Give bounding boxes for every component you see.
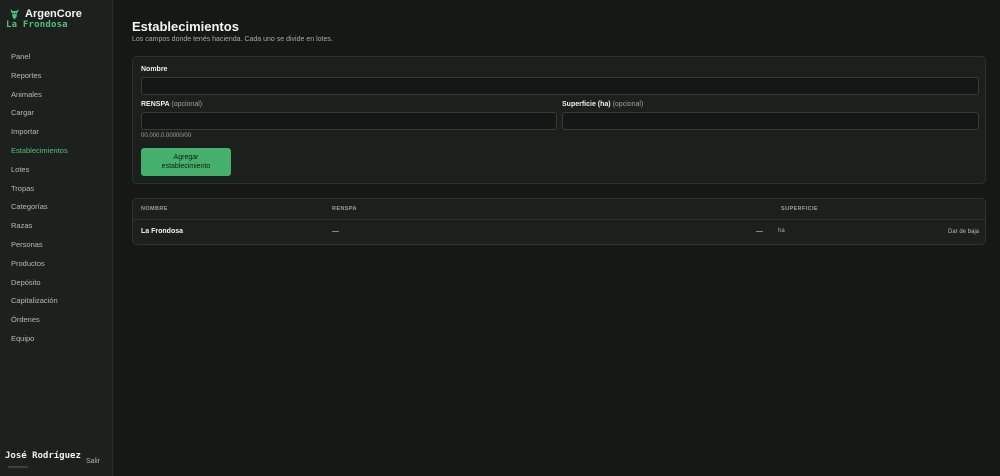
sidebar-item-lotes[interactable]: Lotes [0,161,112,180]
nombre-label: Nombre [141,66,167,73]
page-title: Establecimientos [132,19,239,34]
renspa-optional-tag: (opcional) [171,101,203,108]
sidebar: ArgenCore La Frondosa Panel Reportes Ani… [0,0,113,476]
table-header-divider [133,219,985,220]
add-establishment-button[interactable]: Agregar establecimiento [141,148,231,176]
cell-superficie-unit: ha [778,228,785,234]
cow-head-icon [10,9,19,20]
column-header-superficie[interactable]: SUPERFICIE [781,206,818,212]
cell-superficie: — [756,228,763,235]
sidebar-item-animales[interactable]: Animales [0,86,112,105]
sidebar-item-capitalizacion[interactable]: Capitalización [0,292,112,311]
renspa-label-text: RENSPA [141,101,170,108]
brand-name: ArgenCore [25,8,82,20]
superficie-input[interactable] [562,112,979,130]
sidebar-item-deposito[interactable]: Depósito [0,274,112,293]
renspa-format-hint: 00.000.0.00000/00 [141,133,192,139]
renspa-input[interactable] [141,112,557,130]
sidebar-item-tropas[interactable]: Tropas [0,180,112,199]
user-role-placeholder [8,466,28,468]
sidebar-item-equipo[interactable]: Equipo [0,330,112,349]
sidebar-item-razas[interactable]: Razas [0,217,112,236]
sidebar-nav: Panel Reportes Animales Cargar Importar … [0,48,112,349]
nombre-input[interactable] [141,77,979,95]
cell-renspa: — [332,228,339,235]
superficie-label-text: Superficie (ha) [562,101,611,108]
sidebar-item-cargar[interactable]: Cargar [0,104,112,123]
logout-link[interactable]: Salir [86,458,100,465]
renspa-label: RENSPA (opcional) [141,101,202,108]
sidebar-item-categorias[interactable]: Categorías [0,198,112,217]
nombre-label-text: Nombre [141,66,168,73]
superficie-label: Superficie (ha) (opcional) [562,101,643,108]
main-content: Establecimientos Los campos donde tenés … [113,0,1000,476]
page-subtitle: Los campos donde tenés hacienda. Cada un… [132,36,333,43]
sidebar-item-panel[interactable]: Panel [0,48,112,67]
establishments-table: NOMBRE RENSPA SUPERFICIE La Frondosa — —… [132,198,986,245]
create-establishment-form: Nombre RENSPA (opcional) 00.000.0.00000/… [132,56,986,184]
cell-nombre: La Frondosa [141,228,184,235]
add-button-line-1: Agregar [173,154,199,161]
sidebar-item-ordenes[interactable]: Órdenes [0,311,112,330]
brand-row: ArgenCore [10,8,82,20]
add-button-line-2: establecimiento [161,163,211,170]
app: ArgenCore La Frondosa Panel Reportes Ani… [0,0,1000,476]
sidebar-item-productos[interactable]: Productos [0,255,112,274]
sidebar-item-establecimientos[interactable]: Establecimientos [0,142,112,161]
brand[interactable]: ArgenCore [10,8,82,20]
sidebar-item-reportes[interactable]: Reportes [0,67,112,86]
user-name: José Rodríguez [5,451,81,461]
sidebar-item-personas[interactable]: Personas [0,236,112,255]
organization-name[interactable]: La Frondosa [6,20,68,30]
column-header-renspa[interactable]: RENSPA [332,206,357,212]
sidebar-item-importar[interactable]: Importar [0,123,112,142]
column-header-nombre[interactable]: NOMBRE [141,206,168,212]
superficie-optional-tag: (opcional) [612,101,644,108]
deactivate-button[interactable]: Dar de baja [948,229,979,235]
